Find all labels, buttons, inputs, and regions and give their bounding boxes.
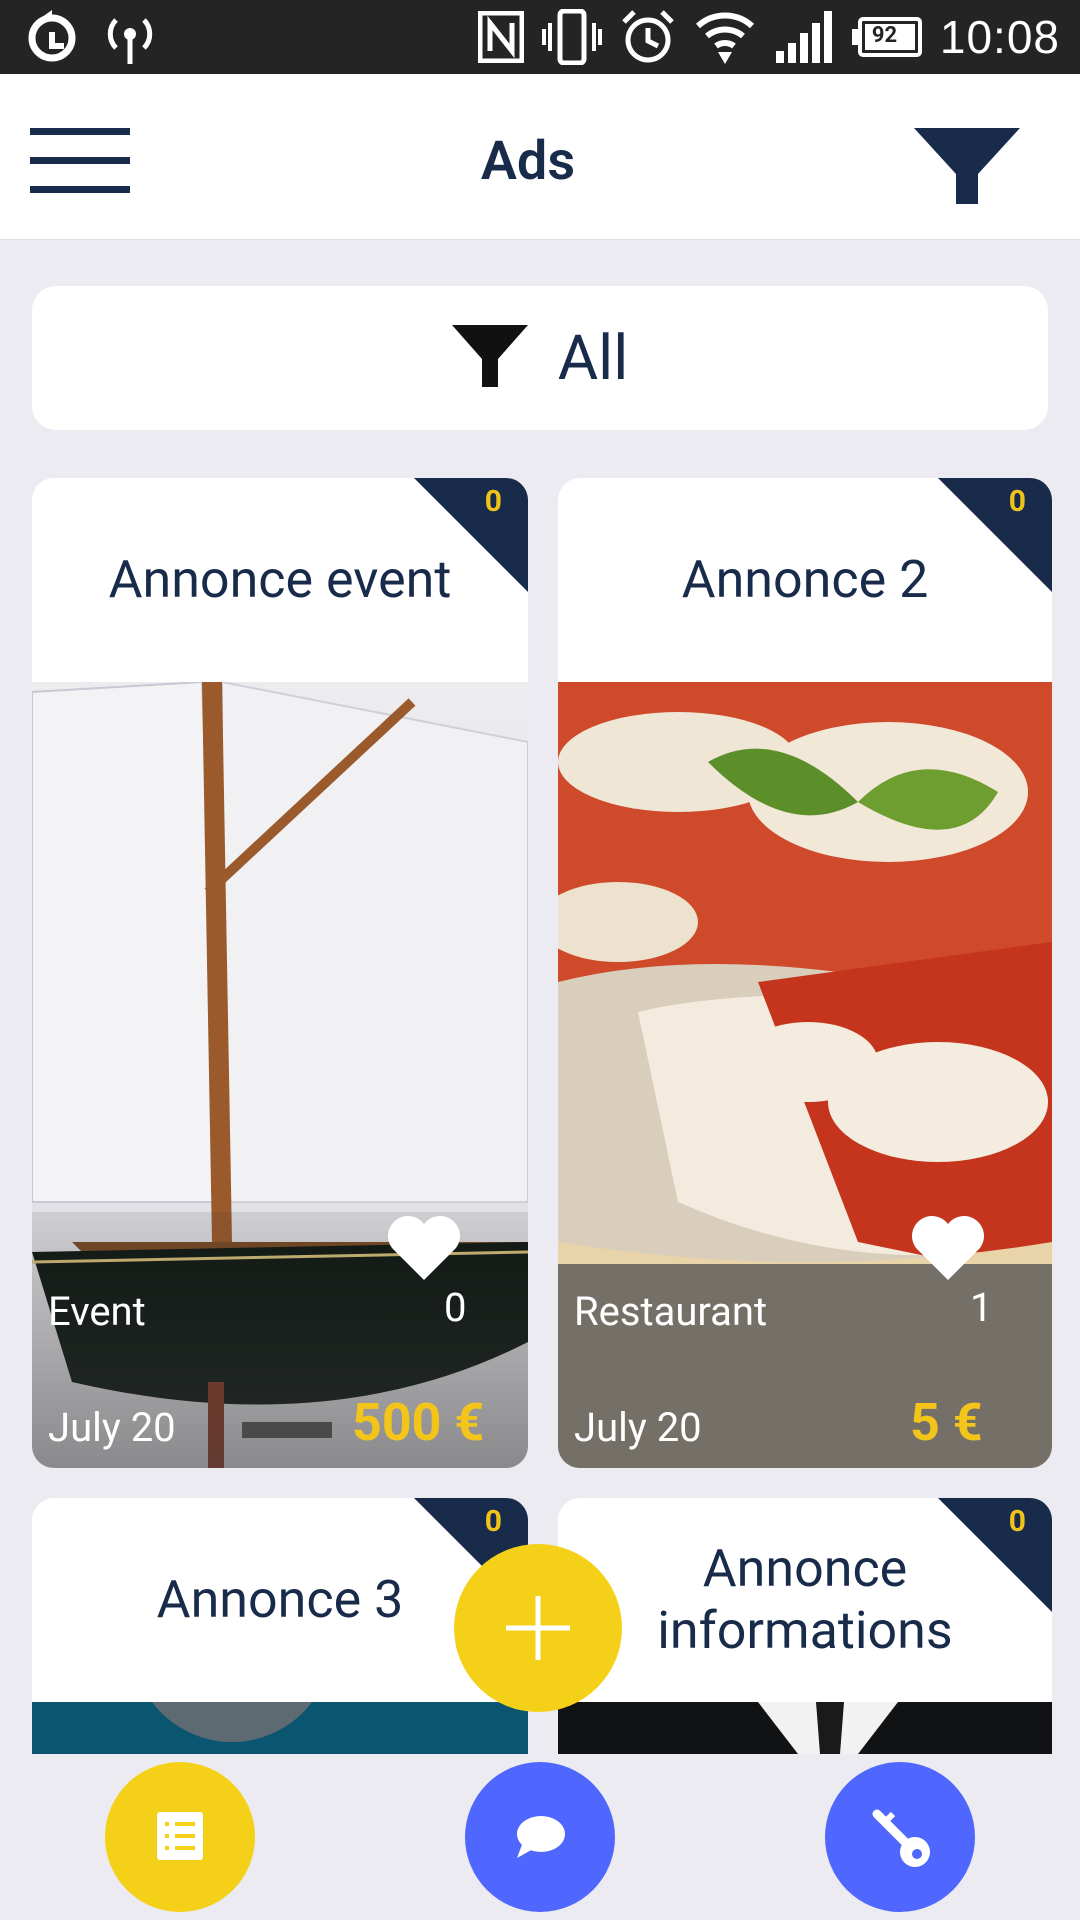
- badge-count: 0: [1008, 1504, 1026, 1539]
- ad-image-pizza: Restaurant 1 July 20 5 €: [558, 682, 1052, 1468]
- chat-bubble-icon: [517, 1816, 565, 1858]
- ad-card-2[interactable]: Annonce 2 Restaurant 1 July 20 5 € 0: [558, 478, 1052, 1468]
- battery-icon: 92: [851, 17, 922, 57]
- page-title: Ads: [480, 130, 576, 193]
- ad-like-count: 0: [444, 1284, 467, 1331]
- ad-like-count: 1: [970, 1284, 993, 1331]
- filter-funnel-icon[interactable]: [912, 126, 1022, 206]
- key-icon: [872, 1809, 930, 1867]
- badge-count: 0: [484, 1504, 502, 1539]
- clock: 10:08: [939, 11, 1060, 63]
- hotspot-icon: [100, 8, 160, 68]
- ad-date: July 20: [574, 1404, 702, 1451]
- filter-funnel-icon: [451, 325, 528, 391]
- battery-level: 92: [871, 23, 898, 48]
- nav-keys-button[interactable]: [825, 1762, 975, 1912]
- ad-image-sailboat: Event 0 July 20 500 €: [32, 682, 528, 1468]
- category-filter-bar[interactable]: All: [32, 286, 1048, 430]
- badge-count: 0: [1008, 484, 1026, 519]
- ad-price: 5 €: [910, 1392, 983, 1453]
- vibrate-icon: [541, 9, 602, 65]
- heart-icon[interactable]: [386, 1216, 462, 1286]
- nav-ads-list-button[interactable]: [105, 1762, 255, 1912]
- wifi-icon: [694, 8, 756, 66]
- ad-card-4[interactable]: Annonce informations 0: [558, 1498, 1052, 1754]
- ad-category: Event: [48, 1288, 146, 1335]
- add-ad-button[interactable]: [454, 1544, 622, 1712]
- image-shape: [132, 1702, 332, 1742]
- heart-icon[interactable]: [910, 1216, 986, 1286]
- app-bar: Ads: [0, 74, 1080, 240]
- badge-corner: [414, 478, 528, 592]
- ad-image-suit: [558, 1702, 1052, 1754]
- alarm-icon: [620, 8, 676, 66]
- ad-card-1[interactable]: Annonce event Event 0 July 20 500 € 0: [32, 478, 528, 1468]
- sync-icon: [24, 8, 80, 68]
- badge-corner: [938, 478, 1052, 592]
- badge-corner: [938, 1498, 1052, 1612]
- status-bar: 92 10:08: [0, 0, 1080, 74]
- filter-label: All: [557, 321, 629, 395]
- badge-count: 0: [484, 484, 502, 519]
- ad-price: 500 €: [352, 1392, 485, 1453]
- nfc-icon: [477, 11, 524, 63]
- ad-category: Restaurant: [574, 1288, 768, 1335]
- signal-icon: [774, 9, 834, 65]
- ad-date: July 20: [48, 1404, 176, 1451]
- list-icon: [157, 1812, 203, 1860]
- plus-icon: [506, 1596, 570, 1660]
- nav-messages-button[interactable]: [465, 1762, 615, 1912]
